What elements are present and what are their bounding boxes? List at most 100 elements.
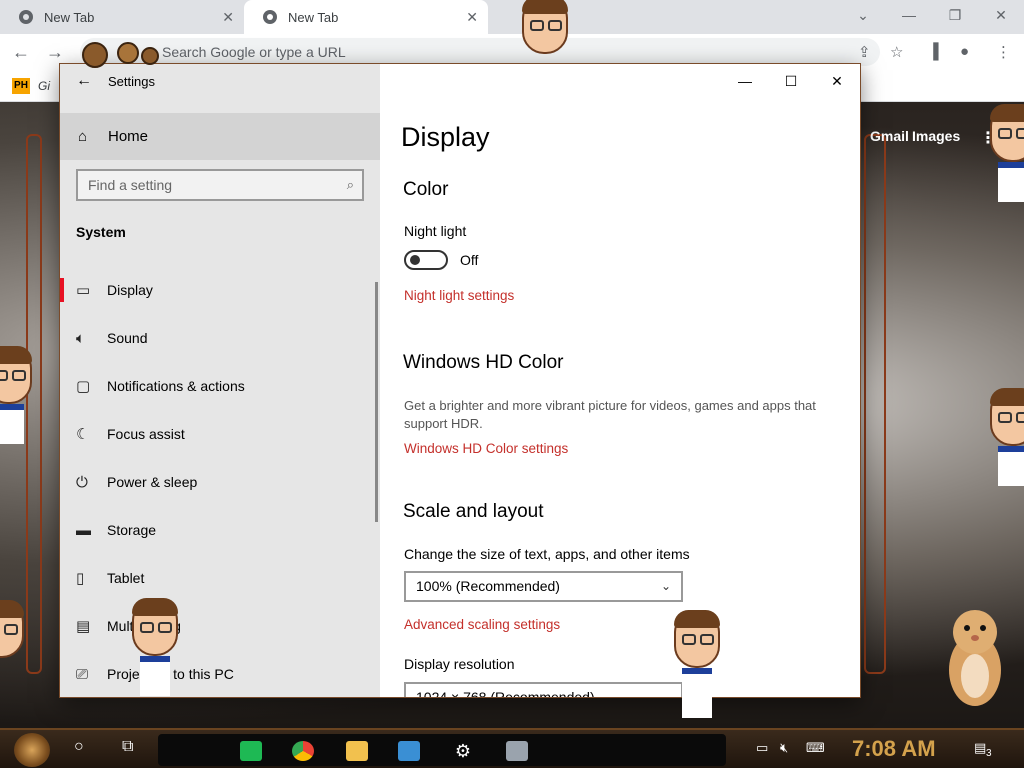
- power-icon: ⏻: [76, 473, 88, 491]
- file-explorer-icon[interactable]: [346, 741, 368, 761]
- sidebar-item-tablet[interactable]: ▯ Tablet: [60, 554, 374, 602]
- chrome-favicon-icon: [263, 10, 277, 24]
- bookmark-star-icon[interactable]: ☆: [890, 43, 903, 61]
- sidebar-item-storage[interactable]: ▬ Storage: [60, 506, 374, 554]
- hd-color-settings-link[interactable]: Windows HD Color settings: [404, 441, 568, 456]
- profile-avatar-icon[interactable]: ●: [960, 43, 969, 60]
- address-bar[interactable]: Search Google or type a URL: [80, 38, 880, 66]
- scale-label: Change the size of text, apps, and other…: [404, 546, 690, 562]
- sidebar-item-projecting[interactable]: ⎚ Projecting to this PC: [60, 650, 374, 697]
- close-tab-icon[interactable]: ✕: [222, 9, 234, 26]
- cortana-icon[interactable]: ○: [74, 738, 84, 756]
- night-light-toggle[interactable]: [404, 250, 448, 270]
- cartoon-character-sprite: [522, 0, 568, 54]
- decorative-frame: [864, 134, 886, 674]
- hd-color-description: Get a brighter and more vibrant picture …: [404, 398, 816, 431]
- more-menu-icon[interactable]: ⋮: [996, 43, 1011, 61]
- sidebar-item-focus-assist[interactable]: ☾ Focus assist: [60, 410, 374, 458]
- cartoon-character-sprite: [990, 388, 1024, 486]
- night-light-label: Night light: [404, 223, 467, 239]
- close-icon[interactable]: ✕: [978, 0, 1024, 30]
- start-button[interactable]: [14, 733, 50, 767]
- tab-search-icon[interactable]: ⌄: [840, 0, 886, 30]
- cartoon-character-sprite: [674, 610, 720, 718]
- night-light-settings-link[interactable]: Night light settings: [404, 288, 514, 303]
- hamster-sprite: [949, 610, 1001, 706]
- sidebar-item-label: Power & sleep: [107, 474, 198, 490]
- speaker-icon: 🔈︎: [76, 329, 86, 347]
- sidebar-item-notifications[interactable]: ▢ Notifications & actions: [60, 362, 374, 410]
- window-title: Settings: [108, 73, 155, 89]
- scale-value: 100% (Recommended): [416, 578, 560, 594]
- home-nav-item[interactable]: ⌂ Home: [60, 113, 380, 160]
- category-heading: System: [76, 224, 126, 240]
- sidebar-item-display[interactable]: ▭ Display: [60, 266, 374, 314]
- share-icon[interactable]: ⇪: [858, 43, 871, 61]
- close-icon[interactable]: ✕: [814, 64, 860, 98]
- page-title: Display: [401, 122, 490, 152]
- chevron-down-icon: ⌄: [660, 579, 671, 593]
- action-center-icon[interactable]: ▤: [974, 740, 986, 756]
- spotify-app-icon[interactable]: [240, 741, 262, 761]
- remote-desktop-icon[interactable]: [398, 741, 420, 761]
- cartoon-character-sprite: [990, 104, 1024, 202]
- color-section-title: Color: [403, 179, 449, 200]
- sidebar-item-label: Tablet: [107, 570, 145, 586]
- pinned-apps: ⚙: [158, 734, 726, 766]
- storage-icon: ▬: [76, 521, 91, 539]
- chrome-app-icon[interactable]: [292, 741, 314, 761]
- hd-color-section-title: Windows HD Color: [403, 352, 564, 373]
- cartoon-character-sprite: [0, 600, 24, 658]
- browser-tab-active[interactable]: New Tab ✕: [244, 0, 488, 34]
- minimize-icon[interactable]: —: [886, 0, 932, 30]
- bookmark-favicon-icon: PH: [12, 78, 30, 94]
- cartoon-character-sprite: [0, 346, 32, 444]
- home-icon: ⌂: [78, 128, 88, 145]
- back-arrow-icon[interactable]: ←: [12, 42, 30, 63]
- images-link[interactable]: Images: [912, 128, 960, 144]
- notification-count-badge: 3: [986, 748, 992, 759]
- minimize-icon[interactable]: —: [722, 64, 768, 98]
- gmail-link[interactable]: Gmail: [870, 128, 909, 144]
- projector-icon: ⎚: [76, 665, 89, 683]
- settings-sidebar: ← Settings ⌂ Home Find a setting ⌕ Syste…: [60, 64, 380, 697]
- network-icon[interactable]: ▭: [756, 740, 768, 756]
- night-light-state: Off: [460, 252, 479, 268]
- scale-layout-section-title: Scale and layout: [403, 501, 544, 522]
- bookmark-item[interactable]: Gi: [38, 79, 50, 93]
- sidebar-item-sound[interactable]: 🔈︎ Sound: [60, 314, 374, 362]
- resolution-value: 1024 × 768 (Recommended): [416, 689, 595, 697]
- sidebar-item-label: Storage: [107, 522, 157, 538]
- back-arrow-icon[interactable]: ←: [60, 72, 108, 90]
- tab-title: New Tab: [44, 9, 95, 25]
- settings-gear-icon[interactable]: ⚙: [452, 741, 474, 761]
- cartoon-character-sprite: [132, 598, 178, 696]
- side-panel-icon[interactable]: ▐: [928, 43, 939, 60]
- task-view-icon[interactable]: ⧉: [122, 738, 133, 756]
- resolution-dropdown[interactable]: 1024 × 768 (Recommended) ⌄: [404, 682, 683, 697]
- taskbar-clock[interactable]: 7:08 AM: [852, 736, 936, 762]
- sidebar-item-power-sleep[interactable]: ⏻ Power & sleep: [60, 458, 374, 506]
- maximize-icon[interactable]: ☐: [768, 64, 814, 98]
- settings-search-input[interactable]: Find a setting ⌕: [76, 169, 364, 201]
- restore-icon[interactable]: ❐: [932, 0, 978, 30]
- sidebar-item-label: Display: [107, 282, 153, 298]
- close-tab-icon[interactable]: ✕: [466, 9, 478, 26]
- browser-tab[interactable]: New Tab ✕: [0, 0, 244, 34]
- browser-tab-bar: New Tab ✕ New Tab ✕ ⌄ — ❐ ✕: [0, 0, 1024, 34]
- search-placeholder: Find a setting: [88, 177, 173, 193]
- home-label: Home: [108, 128, 149, 145]
- advanced-scaling-link[interactable]: Advanced scaling settings: [404, 617, 560, 632]
- app-window-icon[interactable]: [506, 741, 528, 761]
- taskbar: ○ ⧉ ⚙ ▭ 🔇︎ ⌨ 7:08 AM ▤ 3: [0, 728, 1024, 768]
- sidebar-item-multitasking[interactable]: ▤ Multitasking: [60, 602, 374, 650]
- scale-dropdown[interactable]: 100% (Recommended) ⌄: [404, 571, 683, 602]
- browser-window-controls: ⌄ — ❐ ✕: [840, 0, 1024, 34]
- volume-muted-icon[interactable]: 🔇︎: [780, 740, 788, 756]
- moon-icon: ☾: [76, 426, 90, 443]
- settings-window-controls: — ☐ ✕: [722, 64, 860, 98]
- sidebar-scrollbar[interactable]: [375, 282, 378, 522]
- steampunk-gears-decoration: [82, 42, 159, 68]
- keyboard-icon[interactable]: ⌨: [806, 740, 825, 756]
- tablet-icon: ▯: [76, 570, 85, 587]
